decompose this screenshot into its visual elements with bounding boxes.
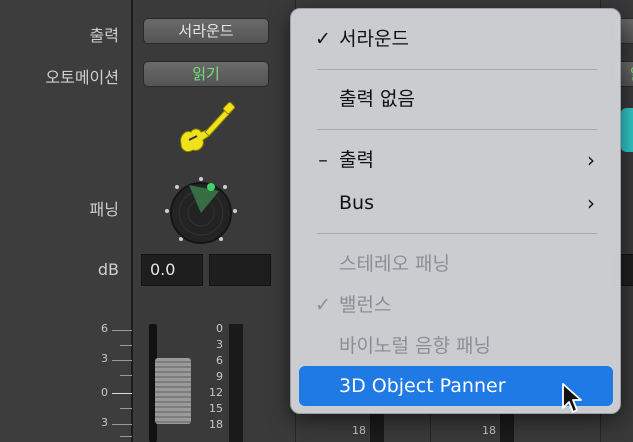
menu-item-label: 스테레오 패닝 bbox=[339, 253, 450, 275]
output-label: 출력 bbox=[89, 26, 119, 45]
meter-scale-label: 15 bbox=[209, 402, 223, 415]
output-popup-menu: ✓ 서라운드 출력 없음 – 출력 › Bus › 스테레오 패닝 ✓ 밸런스 … bbox=[290, 8, 621, 414]
chevron-right-icon: › bbox=[587, 148, 595, 172]
menu-item-surround[interactable]: ✓ 서라운드 bbox=[299, 19, 613, 59]
menu-item-label: 바이노럴 음향 패닝 bbox=[339, 335, 491, 357]
fader-scale-tick bbox=[112, 330, 132, 331]
menu-separator bbox=[317, 233, 597, 234]
arrow-cursor-icon bbox=[561, 382, 587, 420]
automation-mode-button[interactable]: 읽기 bbox=[143, 61, 269, 87]
fader-scale-tick bbox=[112, 424, 132, 425]
menu-item-output[interactable]: – 출력 › bbox=[299, 140, 613, 180]
meter-scale-label: 9 bbox=[216, 370, 223, 383]
fader-scale-label: 6 bbox=[101, 322, 108, 335]
fader-scale-tick bbox=[120, 375, 132, 376]
menu-item-label: 3D Object Panner bbox=[339, 375, 506, 397]
fader-scale-label: 0 bbox=[101, 386, 108, 399]
automation-label: 오토메이션 bbox=[45, 68, 119, 87]
meter-scale-label: 3 bbox=[216, 338, 223, 351]
fader-scale-tick bbox=[112, 360, 132, 361]
panning-label: 패닝 bbox=[89, 200, 119, 219]
fader-scale-label: 3 bbox=[101, 352, 108, 365]
surround-panner-knob[interactable] bbox=[161, 173, 241, 253]
output-button[interactable]: 서라운드 bbox=[143, 18, 269, 44]
menu-item-label: 서라운드 bbox=[339, 28, 409, 50]
level-meter bbox=[500, 414, 514, 442]
meter-scale-label: 6 bbox=[216, 354, 223, 367]
meter-scale-label: 18 bbox=[209, 418, 223, 431]
chevron-right-icon: › bbox=[587, 191, 595, 215]
checkmark-icon: ✓ bbox=[315, 28, 331, 50]
peak-value-field bbox=[209, 254, 271, 286]
fader-scale-tick bbox=[120, 436, 132, 437]
level-meter bbox=[370, 414, 384, 442]
meter-scale-label: 12 bbox=[209, 386, 223, 399]
channel-strip: 서라운드 읽기 0.0 0 3 6 9 12 15 18 bbox=[135, 0, 295, 442]
menu-item-bus[interactable]: Bus › bbox=[299, 183, 613, 223]
menu-item-label: 밸런스 bbox=[339, 294, 392, 316]
menu-item-label: Bus bbox=[339, 192, 374, 214]
menu-item-label: 출력 bbox=[339, 149, 374, 171]
fader-scale-tick bbox=[120, 408, 132, 409]
channel-labels-column: 출력 오토메이션 패닝 dB 6 3 0 3 bbox=[0, 0, 133, 442]
meter-scale-label: 18 bbox=[352, 424, 366, 437]
db-value-field[interactable]: 0.0 bbox=[141, 254, 203, 286]
menu-item-label: 출력 없음 bbox=[339, 88, 415, 110]
meter-scale-label: 18 bbox=[482, 424, 496, 437]
mixed-state-icon: – bbox=[318, 149, 328, 171]
menu-item-binaural-panning: 바이노럴 음향 패닝 bbox=[299, 326, 613, 366]
fader-scale-label: 3 bbox=[101, 416, 108, 429]
electric-guitar-icon bbox=[175, 100, 237, 162]
menu-item-stereo-panning: 스테레오 패닝 bbox=[299, 244, 613, 284]
plugin-slot[interactable] bbox=[621, 108, 633, 152]
volume-fader-handle[interactable] bbox=[155, 358, 191, 424]
checkmark-icon: ✓ bbox=[315, 294, 331, 316]
db-label: dB bbox=[97, 260, 119, 279]
fader-scale-tick bbox=[120, 345, 132, 346]
menu-item-no-output[interactable]: 출력 없음 bbox=[299, 79, 613, 119]
level-meter bbox=[229, 324, 243, 442]
strip-divider bbox=[430, 414, 431, 442]
menu-separator bbox=[317, 69, 597, 70]
fader-scale-tick bbox=[112, 393, 132, 394]
meter-scale-label: 0 bbox=[216, 322, 223, 335]
menu-separator bbox=[317, 129, 597, 130]
menu-item-balance: ✓ 밸런스 bbox=[299, 285, 613, 325]
hidden-strips-area: 18 18 bbox=[300, 414, 600, 442]
